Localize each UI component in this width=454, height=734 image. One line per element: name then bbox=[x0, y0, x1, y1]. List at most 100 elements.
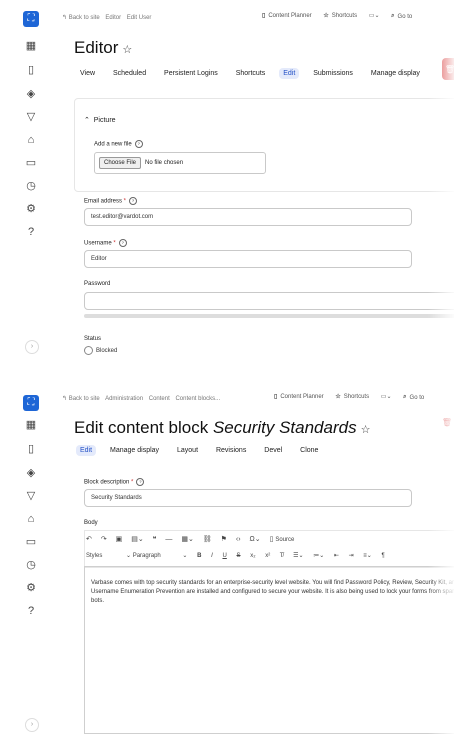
underline-icon[interactable]: U bbox=[222, 553, 226, 559]
settings-icon[interactable]: ⚙ bbox=[24, 581, 38, 595]
search-button[interactable]: ⌕ Go to bbox=[403, 394, 424, 401]
password-field[interactable] bbox=[84, 292, 454, 310]
content-planner-button[interactable]: ▯ Content Planner bbox=[262, 12, 312, 20]
outdent-icon[interactable]: ⇤ bbox=[334, 553, 339, 559]
body-text[interactable]: Varbase comes with top security standard… bbox=[91, 579, 454, 606]
tab-submissions[interactable]: Submissions bbox=[309, 68, 357, 79]
help-icon[interactable]: ? bbox=[24, 225, 38, 239]
content-planner-button[interactable]: ▯ Content Planner bbox=[274, 393, 324, 401]
code-icon[interactable]: ‹› bbox=[236, 536, 241, 543]
choose-file-button[interactable]: Choose File bbox=[99, 157, 142, 169]
blockquote-icon[interactable]: ❝ bbox=[153, 536, 157, 543]
block-description-field[interactable]: Security Standards bbox=[84, 489, 412, 507]
tab-edit[interactable]: Edit bbox=[279, 68, 300, 79]
bulleted-list-icon[interactable]: ☰⌄ bbox=[293, 553, 303, 559]
undo-icon[interactable]: ↶ bbox=[86, 536, 92, 543]
layers-icon[interactable]: ◈ bbox=[24, 466, 38, 480]
clock-icon[interactable]: ◷ bbox=[24, 558, 38, 572]
logo-icon[interactable]: ⛶ bbox=[23, 11, 39, 27]
special-chars-icon[interactable]: Ω⌄ bbox=[250, 536, 261, 543]
paragraph-dropdown[interactable]: ⌄ Paragraph bbox=[126, 553, 161, 559]
tab-shortcuts[interactable]: Shortcuts bbox=[232, 68, 270, 79]
remove-format-icon[interactable]: T̸ bbox=[280, 553, 284, 559]
password-label: Password bbox=[84, 281, 111, 287]
bag-icon[interactable]: ⌂ bbox=[24, 512, 38, 526]
search-button[interactable]: ⌕ Go to bbox=[391, 13, 412, 20]
heading-chevron-icon[interactable]: ⌄ bbox=[182, 553, 187, 559]
book-icon[interactable]: ▭ bbox=[24, 156, 38, 170]
trash-icon[interactable]: 🗑 bbox=[442, 418, 452, 427]
logo-icon[interactable]: ⛶ bbox=[23, 395, 39, 411]
settings-icon[interactable]: ⚙ bbox=[24, 202, 38, 216]
strikethrough-icon[interactable]: S bbox=[237, 553, 241, 559]
filter-icon[interactable]: ▽ bbox=[24, 110, 38, 124]
redo-icon[interactable]: ↷ bbox=[101, 536, 107, 543]
breadcrumb-item[interactable]: Content bbox=[149, 396, 170, 402]
tab-manage-display[interactable]: Manage display bbox=[367, 68, 424, 79]
shortcuts-button[interactable]: ☆ Shortcuts bbox=[323, 12, 357, 20]
tab-scheduled[interactable]: Scheduled bbox=[109, 68, 150, 79]
status-blocked-radio[interactable]: Blocked bbox=[84, 346, 117, 355]
indent-icon[interactable]: ⇥ bbox=[349, 553, 354, 559]
tab-manage-display[interactable]: Manage display bbox=[106, 445, 163, 456]
tab-view[interactable]: View bbox=[76, 68, 99, 79]
collapse-sidebar-icon[interactable]: › bbox=[25, 718, 39, 732]
tab-devel[interactable]: Devel bbox=[260, 445, 286, 456]
devices-dropdown[interactable]: ▭⌄ bbox=[369, 12, 380, 19]
username-field[interactable]: Editor bbox=[84, 250, 412, 268]
breadcrumb-item[interactable]: Content blocks... bbox=[175, 396, 220, 402]
search-icon: ⌕ bbox=[391, 13, 395, 19]
italic-icon[interactable]: I bbox=[211, 553, 213, 559]
help-tooltip-icon[interactable]: ? bbox=[129, 197, 138, 205]
media-dropdown-icon[interactable]: ▤⌄ bbox=[131, 536, 143, 543]
book-icon[interactable]: ▭ bbox=[24, 535, 38, 549]
source-button[interactable]: ▯ Source bbox=[270, 536, 295, 543]
help-tooltip-icon[interactable]: ? bbox=[134, 140, 143, 148]
radio-circle[interactable] bbox=[84, 346, 93, 355]
link-icon[interactable]: ⛓ bbox=[203, 536, 212, 543]
anchor-icon[interactable]: ⚑ bbox=[221, 536, 227, 543]
tab-edit[interactable]: Edit bbox=[76, 445, 97, 456]
tab-persistent-logins[interactable]: Persistent Logins bbox=[160, 68, 222, 79]
body-editor[interactable]: Varbase comes with top security standard… bbox=[84, 566, 454, 734]
devices-dropdown[interactable]: ▭⌄ bbox=[381, 393, 392, 400]
help-tooltip-icon[interactable]: ? bbox=[118, 239, 127, 247]
breadcrumb-item[interactable]: Edit User bbox=[127, 15, 152, 21]
grid-icon[interactable]: ▦ bbox=[24, 418, 38, 432]
image-icon[interactable]: ▣ bbox=[116, 536, 123, 543]
filter-icon[interactable]: ▽ bbox=[24, 489, 38, 503]
superscript-icon[interactable]: x² bbox=[265, 553, 270, 559]
clock-icon[interactable]: ◷ bbox=[24, 179, 38, 193]
picture-section-toggle[interactable]: ⌃ Picture bbox=[84, 116, 116, 124]
breadcrumb-item[interactable]: Editor bbox=[105, 15, 121, 21]
grid-icon[interactable]: ▦ bbox=[24, 39, 38, 53]
bag-icon[interactable]: ⌂ bbox=[24, 133, 38, 147]
admin-sidebar: ⛶ ▦ ▯ ◈ ▽ ⌂ ▭ ◷ ⚙ ? › bbox=[0, 384, 60, 734]
styles-dropdown[interactable]: Styles bbox=[86, 553, 102, 559]
collapse-sidebar-icon[interactable]: › bbox=[25, 340, 39, 354]
shortcuts-button[interactable]: ☆ Shortcuts bbox=[335, 393, 369, 401]
shortcut-star-icon[interactable]: ☆ bbox=[361, 424, 371, 436]
bold-icon[interactable]: B bbox=[197, 553, 201, 559]
horizontal-line-icon[interactable]: — bbox=[165, 536, 172, 543]
tab-clone[interactable]: Clone bbox=[296, 445, 322, 456]
breadcrumb-item[interactable]: Administration bbox=[105, 396, 143, 402]
numbered-list-icon[interactable]: ≔⌄ bbox=[313, 553, 324, 559]
help-tooltip-icon[interactable]: ? bbox=[136, 478, 145, 486]
delete-button[interactable]: 🗑 bbox=[442, 58, 454, 80]
layers-icon[interactable]: ◈ bbox=[24, 87, 38, 101]
align-icon[interactable]: ≡⌄ bbox=[363, 553, 372, 559]
paragraph-mark-icon[interactable]: ¶ bbox=[382, 553, 385, 559]
breadcrumb-back-link[interactable]: ↰ Back to site bbox=[62, 15, 100, 21]
file-icon[interactable]: ▯ bbox=[24, 442, 38, 456]
email-field[interactable]: test.editor@vardot.com bbox=[84, 208, 412, 226]
table-icon[interactable]: ▦⌄ bbox=[181, 536, 193, 543]
tab-revisions[interactable]: Revisions bbox=[212, 445, 250, 456]
breadcrumb-back-link[interactable]: ↰ Back to site bbox=[62, 396, 100, 402]
help-icon[interactable]: ? bbox=[24, 604, 38, 618]
picture-file-input[interactable]: Choose File No file chosen bbox=[94, 152, 266, 174]
subscript-icon[interactable]: x₂ bbox=[250, 553, 255, 559]
file-icon[interactable]: ▯ bbox=[24, 63, 38, 77]
tab-layout[interactable]: Layout bbox=[173, 445, 202, 456]
shortcut-star-icon[interactable]: ☆ bbox=[122, 44, 132, 56]
